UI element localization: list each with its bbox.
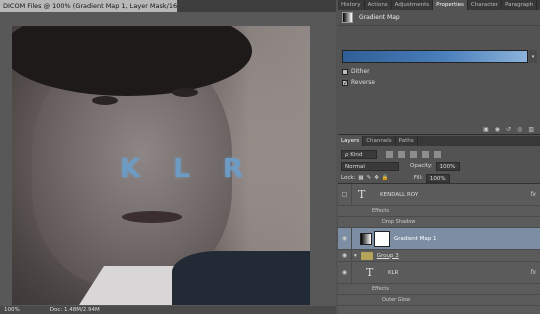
view-previous-icon[interactable]: ◉	[495, 126, 500, 133]
blend-mode-select[interactable]: Normal	[341, 161, 399, 171]
drop-shadow-label: Drop Shadow	[382, 219, 416, 225]
gradient-editor-bar[interactable]	[342, 50, 528, 63]
properties-header: Gradient Map	[338, 10, 540, 26]
collapse-icon[interactable]: ▾	[354, 253, 357, 259]
tab-paths[interactable]: Paths	[396, 136, 418, 146]
lock-position-icon[interactable]: ✥	[374, 175, 379, 181]
tab-properties[interactable]: Properties	[433, 0, 468, 10]
fill-input[interactable]: 100%	[425, 173, 450, 183]
layer-effects[interactable]: Effects	[338, 206, 540, 217]
layer-outer-glow[interactable]: Outer Glow	[338, 295, 540, 306]
adjustment-filter-icon[interactable]	[398, 150, 405, 158]
canvas-text-klr: K L R	[120, 154, 255, 184]
layer-klr[interactable]: ◉ T KLR fx	[338, 262, 540, 284]
document-tab[interactable]: DICOM Files @ 100% (Gradient Map 1, Laye…	[0, 0, 178, 12]
layers-tabs: Layers Channels Paths	[338, 136, 540, 146]
layer-group-3[interactable]: ◉ ▾ Group 3	[338, 250, 540, 262]
gradient-map-layer-icon	[360, 232, 372, 245]
group-name: Group 3	[376, 252, 399, 259]
eye-icon[interactable]: ◉	[338, 262, 352, 283]
dither-box[interactable]	[342, 68, 348, 75]
fx-icon[interactable]: fx	[530, 191, 536, 198]
shape-filter-icon[interactable]	[422, 150, 429, 158]
delete-icon[interactable]: ▥	[528, 126, 534, 133]
layer-name: KENDALL ROY	[380, 191, 419, 198]
canvas-area[interactable]: K L R	[0, 12, 336, 306]
type-layer-icon: T	[366, 266, 374, 279]
dither-checkbox[interactable]: Dither	[342, 68, 370, 75]
filter-row: ρ Kind	[338, 148, 540, 160]
filter-icons	[386, 150, 441, 158]
layer-kendall-roy[interactable]: □ T KENDALL ROY fx	[338, 184, 540, 206]
blend-row: Normal Opacity: 100%	[338, 160, 540, 172]
lock-image-icon[interactable]: ✎	[367, 175, 372, 181]
layer-list: □ T KENDALL ROY fx Effects Drop Shadow ◉…	[338, 183, 540, 314]
visibility-toggle[interactable]: □	[338, 184, 352, 205]
layer-mask-thumbnail[interactable]	[374, 230, 390, 247]
pixel-filter-icon[interactable]	[386, 150, 393, 158]
eye-icon[interactable]: ◉	[338, 228, 352, 249]
gradient-map-icon	[342, 12, 353, 23]
effects-label: Effects	[372, 208, 389, 214]
type-filter-icon[interactable]	[410, 150, 417, 158]
status-bar: 100% Doc: 1.48M/2.94M	[0, 306, 336, 314]
tab-paragraph[interactable]: Paragraph	[502, 0, 538, 10]
left-eye-shape	[92, 96, 118, 105]
lock-transparent-icon[interactable]: ▦	[358, 175, 363, 181]
tab-adjustments[interactable]: Adjustments	[392, 0, 434, 10]
reset-icon[interactable]: ↺	[506, 126, 511, 133]
tab-history[interactable]: History	[338, 0, 365, 10]
properties-title: Gradient Map	[359, 14, 400, 21]
tab-layers[interactable]: Layers	[338, 136, 364, 146]
lock-all-icon[interactable]: 🔒	[382, 175, 389, 181]
visibility-icon[interactable]: ◎	[517, 126, 522, 133]
opacity-label: Opacity:	[410, 163, 433, 169]
zoom-level[interactable]: 100%	[4, 307, 20, 313]
tab-channels[interactable]: Channels	[363, 136, 396, 146]
layer-name: KLR	[388, 269, 399, 276]
layer-effects[interactable]: Effects	[338, 284, 540, 295]
layer-gradient-map-1[interactable]: ◉ Gradient Map 1	[338, 228, 540, 250]
reverse-box[interactable]: ✓	[342, 79, 348, 86]
eye-icon[interactable]: ◉	[338, 250, 352, 261]
layer-name: Gradient Map 1	[394, 235, 437, 242]
document-tab-title: DICOM Files @ 100% (Gradient Map 1, Laye…	[3, 2, 178, 10]
clip-to-layer-icon[interactable]: ▣	[483, 126, 489, 133]
right-eye-shape	[172, 88, 198, 97]
opacity-input[interactable]: 100%	[435, 161, 460, 171]
smart-object-filter-icon[interactable]	[434, 150, 441, 158]
lock-label: Lock:	[341, 175, 356, 181]
fx-icon[interactable]: fx	[530, 269, 536, 276]
gradient-dropdown-icon[interactable]: ▾	[529, 50, 537, 63]
jacket-shape	[172, 251, 310, 305]
properties-panel: Gradient Map ▾ Dither ✓ Reverse ▣ ◉ ↺ ◎ …	[338, 10, 540, 135]
mouth-shape	[122, 211, 182, 223]
effects-label: Effects	[372, 286, 389, 292]
kind-filter-select[interactable]: ρ Kind	[341, 149, 377, 159]
reverse-checkbox[interactable]: ✓ Reverse	[342, 79, 375, 86]
tab-actions[interactable]: Actions	[365, 0, 392, 10]
folder-icon	[360, 251, 373, 260]
dither-label: Dither	[351, 68, 370, 75]
properties-footer: ▣ ◉ ↺ ◎ ▥	[338, 124, 540, 134]
fill-label: Fill:	[413, 175, 423, 181]
tab-character[interactable]: Character	[468, 0, 503, 10]
type-layer-icon: T	[358, 188, 366, 201]
layer-drop-shadow[interactable]: Drop Shadow	[338, 217, 540, 228]
outer-glow-label: Outer Glow	[382, 297, 411, 303]
reverse-label: Reverse	[351, 79, 376, 86]
canvas-image[interactable]: K L R	[12, 26, 310, 305]
doc-info[interactable]: Doc: 1.48M/2.94M	[50, 307, 100, 313]
right-panels: History Actions Adjustments Properties C…	[338, 0, 540, 314]
layers-panel: Layers Channels Paths ρ Kind Normal Opac…	[338, 136, 540, 314]
panel-tabs: History Actions Adjustments Properties C…	[338, 0, 540, 10]
